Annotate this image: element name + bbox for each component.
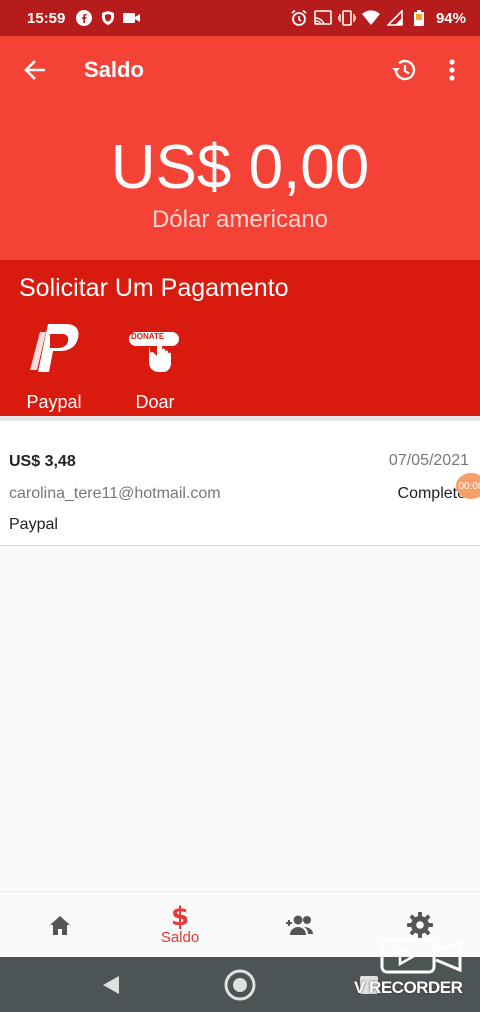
paypal-icon <box>22 316 86 380</box>
home-icon <box>50 915 70 935</box>
recorder-watermark: V RECORDER <box>354 936 474 1012</box>
more-vert-icon <box>449 59 455 81</box>
add-people-icon <box>286 915 313 935</box>
back-button[interactable] <box>0 36 68 104</box>
nav-people[interactable] <box>240 892 360 957</box>
circle-home-icon <box>224 969 256 1001</box>
gear-icon <box>407 911 433 938</box>
history-icon <box>392 59 416 81</box>
balance-currency: Dólar americano <box>151 206 329 233</box>
paypal-label: Paypal <box>26 392 82 412</box>
signal-icon <box>386 9 404 27</box>
page-title: Saldo <box>84 57 144 82</box>
app-bar: Saldo <box>0 36 480 104</box>
dollar-icon: $ <box>171 903 189 929</box>
battery-level: 94% <box>435 9 466 27</box>
watermark-text: V RECORDER <box>354 978 463 997</box>
triangle-back-icon <box>103 976 119 994</box>
balance-panel: US$ 0,00 Dólar americano <box>0 104 480 260</box>
transaction-method: Paypal <box>9 516 58 533</box>
alarm-icon <box>290 9 308 27</box>
donate-option[interactable]: DONATE Doar <box>119 316 191 413</box>
donate-label: Doar <box>135 392 175 412</box>
nav-saldo[interactable]: $ Saldo <box>120 892 240 957</box>
video-camera-icon <box>380 938 462 974</box>
status-time: 15:59 <box>27 9 66 27</box>
request-payment-title: Solicitar Um Pagamento <box>19 274 289 302</box>
request-payment-panel: Solicitar Um Pagamento Paypal DONATE Doa… <box>0 260 480 416</box>
nav-saldo-label: Saldo <box>160 929 200 946</box>
system-back-button[interactable] <box>97 971 125 999</box>
transaction-email: carolina_tere11@hotmail.com <box>9 485 221 502</box>
more-options-button[interactable] <box>428 46 476 94</box>
battery-icon <box>410 9 428 27</box>
balance-amount: US$ 0,00 <box>110 133 370 202</box>
video-icon <box>123 9 141 27</box>
donate-badge-text: DONATE <box>131 332 165 341</box>
history-button[interactable] <box>380 46 428 94</box>
transaction-date: 07/05/2021 <box>388 452 469 469</box>
arrow-back-icon <box>24 60 45 80</box>
cast-icon <box>314 9 332 27</box>
transaction-amount: US$ 3,48 <box>9 453 76 470</box>
shield-icon <box>99 9 117 27</box>
vibrate-icon <box>337 9 356 27</box>
recorder-bubble[interactable]: 00:00 <box>456 473 480 499</box>
donate-icon: DONATE <box>123 316 187 380</box>
system-home-button[interactable] <box>224 969 256 1001</box>
wifi-icon <box>361 9 380 27</box>
svg-text:$: $ <box>171 903 189 929</box>
paypal-option[interactable]: Paypal <box>18 316 90 413</box>
facebook-icon <box>75 9 93 27</box>
nav-home[interactable] <box>0 892 120 957</box>
status-right-icons: 94% <box>290 9 466 27</box>
status-bar: 15:59 94% <box>0 0 480 36</box>
transaction-item[interactable]: US$ 3,48 07/05/2021 carolina_tere11@hotm… <box>0 421 480 546</box>
